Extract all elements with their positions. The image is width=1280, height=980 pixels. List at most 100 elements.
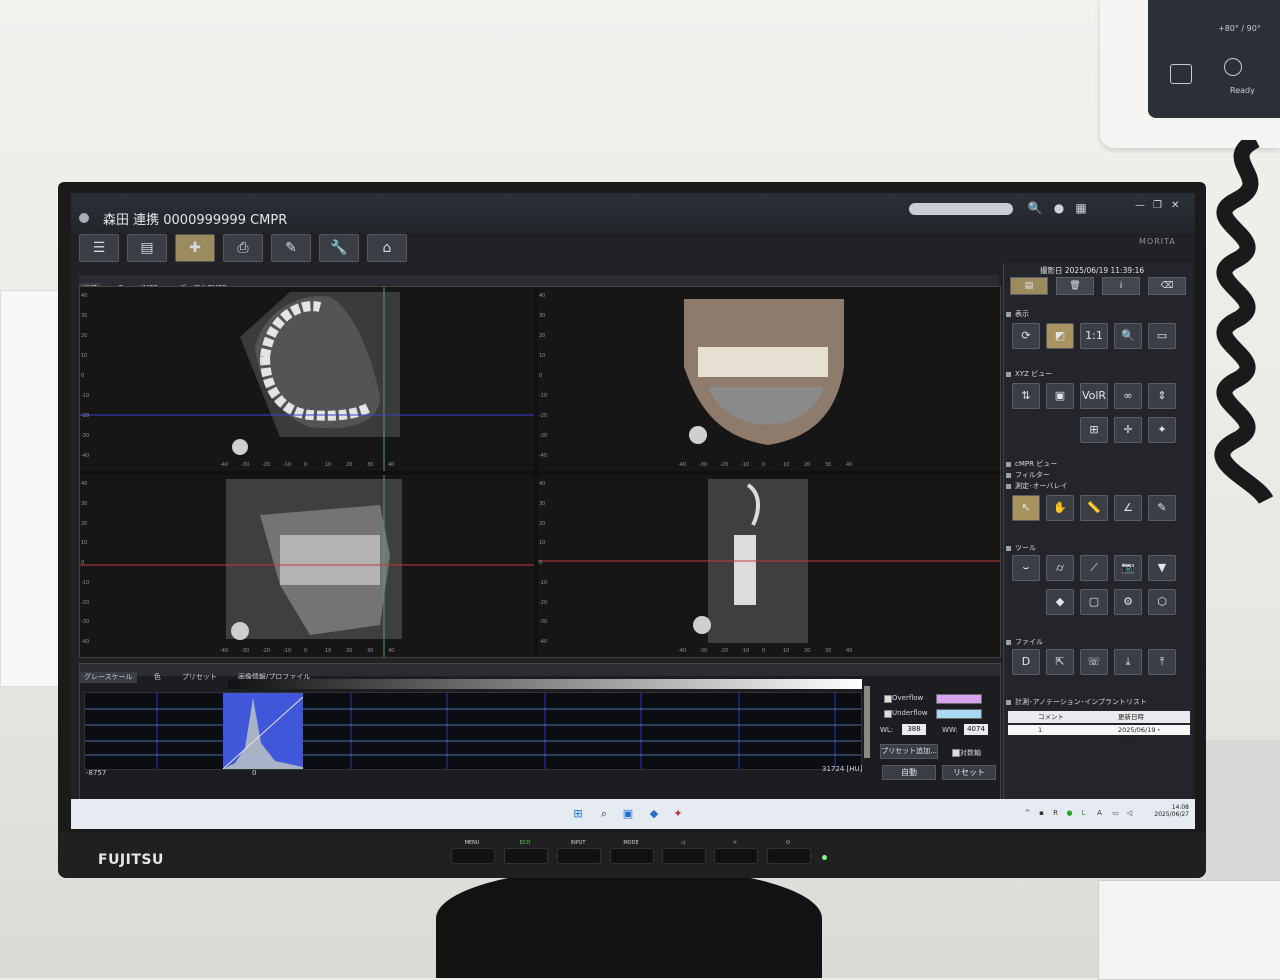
print-icon[interactable]: ⎙ [223, 234, 263, 262]
section-tools[interactable]: ツール [1006, 543, 1190, 553]
save-icon[interactable]: ⤒ [1148, 649, 1176, 675]
link-icon[interactable]: ∞ [1114, 383, 1142, 409]
contrast-icon[interactable]: ◩ [1046, 323, 1074, 349]
ruler-icon[interactable]: 📏 [1080, 495, 1108, 521]
reset-button[interactable]: リセット [942, 765, 996, 780]
image-icon[interactable]: ▣ [1046, 383, 1074, 409]
search-input[interactable] [909, 203, 1013, 215]
cylinder-icon[interactable]: ⌭ [1046, 555, 1074, 581]
flip-icon[interactable]: ⇅ [1012, 383, 1040, 409]
wrench-icon[interactable]: 🔧 [319, 234, 359, 262]
tray-r-icon[interactable]: R [1051, 809, 1060, 818]
download-icon[interactable]: ⤓ [1114, 649, 1142, 675]
underflow-checkbox[interactable] [884, 710, 892, 718]
histogram-scrollbar[interactable] [864, 686, 870, 758]
camera-icon[interactable]: 📷 [1114, 555, 1142, 581]
app-icon[interactable]: ▣ [621, 807, 635, 821]
auto-button[interactable]: 自動 [882, 765, 936, 780]
phone-icon[interactable]: ☏ [1080, 649, 1108, 675]
viewport-coronal[interactable] [538, 475, 1000, 657]
monitor-button-3[interactable] [610, 848, 654, 864]
layers-icon[interactable]: ▤ [1010, 277, 1048, 295]
overflow-checkbox[interactable] [884, 695, 892, 703]
layout-icon[interactable]: ▭ [1148, 323, 1176, 349]
search-icon[interactable]: ⌕ [597, 807, 611, 821]
tray-green-icon[interactable]: ● [1065, 809, 1074, 818]
gear-icon[interactable]: ⚙ [1114, 589, 1142, 615]
cube-icon[interactable]: ◆ [1046, 589, 1074, 615]
minimize-button[interactable]: — [1135, 200, 1145, 211]
tab-grayscale[interactable]: グレースケール [80, 672, 137, 683]
cmpr-icon[interactable]: ✚ [175, 234, 215, 262]
home-icon[interactable]: ⌂ [367, 234, 407, 262]
taskbar-clock[interactable]: 14:08 2025/06/27 [1149, 804, 1189, 818]
tab-preset[interactable]: プリセット [178, 672, 221, 683]
monitor-button-2[interactable] [557, 848, 601, 864]
volr-icon[interactable]: VolR [1080, 383, 1108, 409]
grid-icon[interactable]: ⊞ [1080, 417, 1108, 443]
histogram-plot[interactable] [84, 692, 862, 770]
implant-icon[interactable]: ▼ [1148, 555, 1176, 581]
export-icon[interactable]: ⇱ [1046, 649, 1074, 675]
tray-volume-icon[interactable]: ◁ [1125, 809, 1134, 818]
search-icon[interactable]: 🔍 [1027, 200, 1043, 216]
paint-icon[interactable]: ✦ [1148, 417, 1176, 443]
app2-icon[interactable]: ◆ [647, 807, 661, 821]
tray-ime-icon[interactable]: A [1095, 809, 1104, 818]
eraser-icon[interactable]: ⌫ [1148, 277, 1186, 295]
nerve-icon[interactable]: ⟋ [1080, 555, 1108, 581]
app3-icon[interactable]: ✦ [671, 807, 685, 821]
report-icon[interactable]: ✎ [271, 234, 311, 262]
angle-icon[interactable]: ∠ [1114, 495, 1142, 521]
monitor-button-0[interactable] [451, 848, 495, 864]
log-axis-checkbox[interactable] [952, 749, 960, 757]
section-filter[interactable]: フィルター [1006, 470, 1190, 480]
slice-icon[interactable]: ⇕ [1148, 383, 1176, 409]
tray-app-icon[interactable]: ▪ [1037, 809, 1046, 818]
layers-icon[interactable]: ▤ [127, 234, 167, 262]
tray-network-icon[interactable]: ▭ [1111, 809, 1120, 818]
tab-color[interactable]: 色 [150, 672, 165, 683]
monitor-button-1[interactable] [504, 848, 548, 864]
dicom-icon[interactable]: D [1012, 649, 1040, 675]
crosshair-icon[interactable]: ✛ [1114, 417, 1142, 443]
image-viewports[interactable]: 40 30 20 10 0 -10 -20 -30 -40 -40 -30 -20 -10 0 10 20 30… [79, 286, 1001, 658]
user-icon[interactable]: ● [1051, 200, 1067, 216]
underflow-color[interactable] [936, 709, 982, 719]
table-row[interactable]: 1 2025/06/19・ 11:41:... [1008, 725, 1190, 744]
overflow-color[interactable] [936, 694, 982, 704]
scale-1-1-icon[interactable]: 1:1 [1080, 323, 1108, 349]
pen-icon[interactable]: ✎ [1148, 495, 1176, 521]
close-button[interactable]: ✕ [1171, 200, 1179, 211]
viewport-axial[interactable] [80, 287, 534, 471]
list-icon[interactable]: ☰ [79, 234, 119, 262]
tray-l-icon[interactable]: L [1079, 809, 1088, 818]
viewport-3d[interactable] [538, 287, 1000, 471]
monitor-button-6[interactable] [767, 848, 811, 864]
restore-button[interactable]: ❐ [1153, 200, 1162, 211]
section-xyz-view[interactable]: XYZ ビュー [1006, 369, 1190, 379]
hand-icon[interactable]: ✋ [1046, 495, 1074, 521]
preset-add-button[interactable]: プリセット追加... [880, 744, 938, 759]
shield-icon[interactable]: ⬡ [1148, 589, 1176, 615]
rotate-icon[interactable]: ⟳ [1012, 323, 1040, 349]
zoom-icon[interactable]: 🔍 [1114, 323, 1142, 349]
monitor-button-4[interactable] [662, 848, 706, 864]
section-display[interactable]: 表示 [1006, 309, 1190, 319]
viewport-sagittal[interactable] [80, 475, 534, 657]
section-annotation-list[interactable]: 計測･アノテーション･インプラントリスト [1006, 697, 1190, 707]
info-icon[interactable]: i [1102, 277, 1140, 295]
wl-input[interactable]: 388 [902, 724, 926, 735]
section-measure-overlay[interactable]: 測定･オーバレイ [1006, 481, 1190, 491]
section-file[interactable]: ファイル [1006, 637, 1190, 647]
pointer-icon[interactable]: ↖ [1012, 495, 1040, 521]
tray-chevron-icon[interactable]: ^ [1023, 809, 1032, 818]
monitor-button-5[interactable] [714, 848, 758, 864]
trash-icon[interactable]: 🗑 [1056, 277, 1094, 295]
arch-icon[interactable]: ⌣ [1012, 555, 1040, 581]
ww-input[interactable]: 4074 [964, 724, 988, 735]
section-cmpr-view[interactable]: cMPR ビュー [1006, 459, 1190, 469]
box-icon[interactable]: ▢ [1080, 589, 1108, 615]
start-icon[interactable]: ⊞ [571, 807, 585, 821]
grid-icon[interactable]: ▦ [1073, 200, 1089, 216]
